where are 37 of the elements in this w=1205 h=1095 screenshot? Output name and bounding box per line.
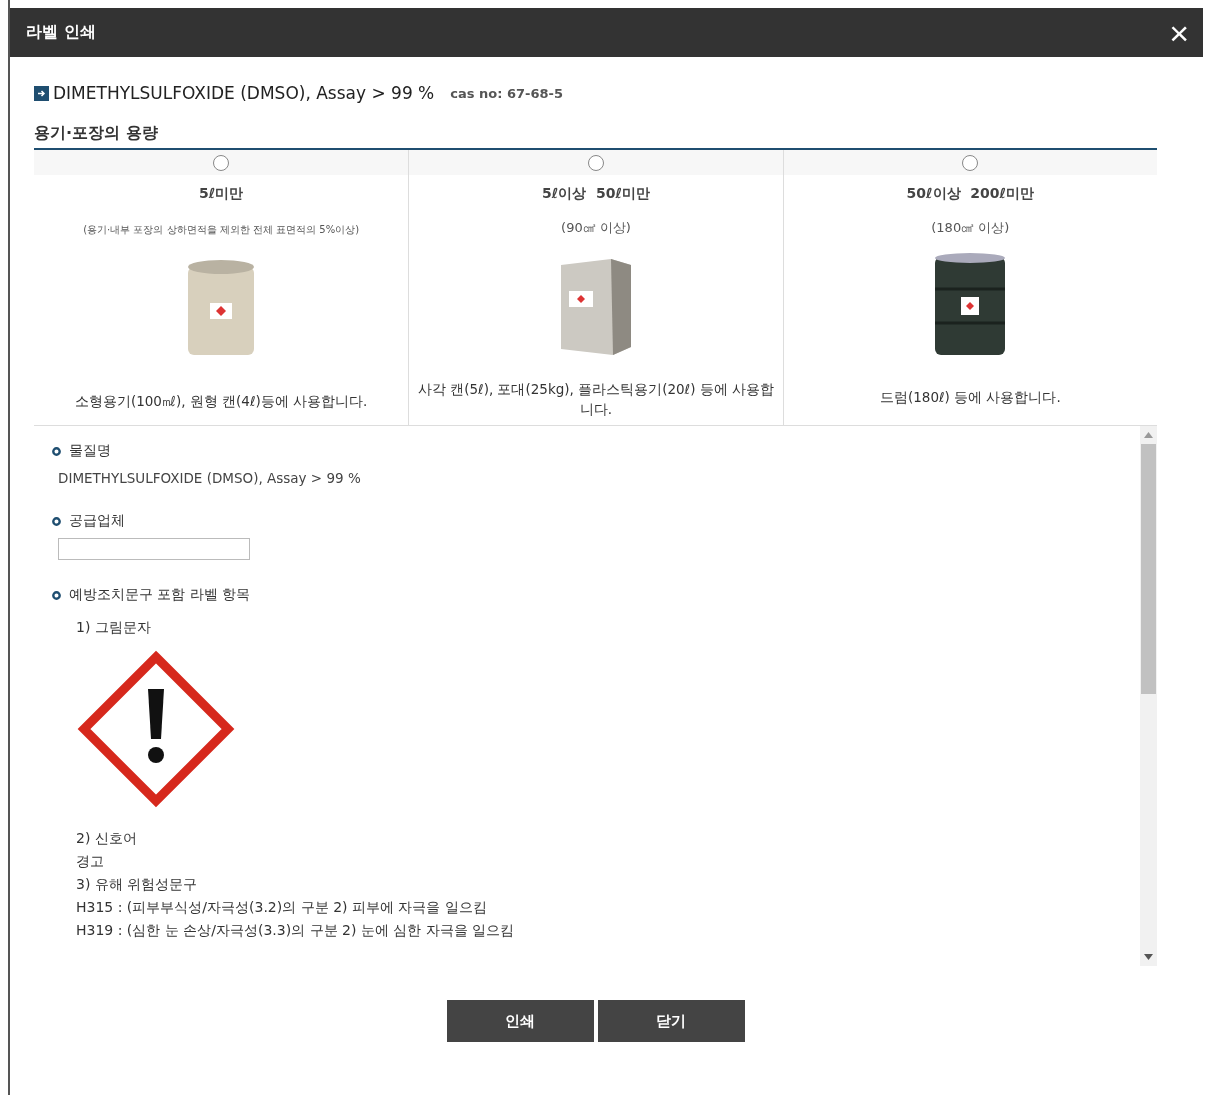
- option-label: 5ℓ이상 50ℓ미만: [541, 185, 651, 203]
- cas-number: cas no: 67-68-5: [450, 85, 563, 101]
- option-note: (180㎠ 이상): [931, 219, 1010, 237]
- usage-text: 사각 캔(5ℓ), 포대(25kg), 플라스틱용기(20ℓ) 등에 사용합니다.: [416, 380, 776, 419]
- option-note: (90㎠ 이상): [561, 219, 631, 237]
- option-label: 5ℓ미만: [199, 185, 244, 203]
- section-title: 공급업체: [69, 512, 125, 530]
- section-title: 예방조치문구 포함 라벨 항목: [69, 586, 251, 604]
- bullet-icon: [52, 446, 61, 456]
- item-text: 경고: [76, 852, 105, 871]
- supplier-input[interactable]: [58, 538, 250, 560]
- radio-button[interactable]: [962, 155, 979, 171]
- usage-text: 드럼(180ℓ) 등에 사용합니다.: [878, 388, 1062, 407]
- scroll-down-icon[interactable]: [1144, 954, 1153, 960]
- option-label: 50ℓ이상 200ℓ미만: [906, 185, 1035, 203]
- exclamation-pictogram-icon: [76, 649, 236, 809]
- radio-button[interactable]: [588, 155, 604, 171]
- item-heading: 1) 그림문자: [76, 618, 152, 637]
- section-title: 물질명: [69, 442, 111, 460]
- scrollbar[interactable]: [1140, 426, 1157, 966]
- item-text: H319 : (심한 눈 손상/자극성(3.3)의 구분 2) 눈에 심한 자극을 일으킴: [76, 921, 516, 940]
- window-title: 라벨 인쇄: [26, 22, 96, 43]
- substance-name: DIMETHYLSULFOXIDE (DMSO), Assay > 99 %: [57, 470, 362, 486]
- bullet-icon: [52, 516, 61, 526]
- item-heading: 2) 신호어: [76, 829, 138, 848]
- bullet-icon: [52, 590, 61, 600]
- option-note: (용기·내부 포장의 상하면적을 제외한 전체 표면적의 5%이상): [83, 223, 360, 237]
- usage-text: 소형용기(100㎖), 원형 캔(4ℓ)등에 사용합니다.: [73, 392, 369, 411]
- close-button[interactable]: ×: [1165, 15, 1193, 50]
- substance-title: DIMETHYLSULFOXIDE (DMSO), Assay > 99 %: [53, 83, 435, 103]
- action-button[interactable]: 닫기: [597, 1000, 745, 1042]
- scroll-thumb[interactable]: [1141, 444, 1156, 694]
- action-button[interactable]: 인쇄: [446, 1000, 594, 1042]
- radio-button[interactable]: [213, 155, 230, 171]
- scroll-up-icon[interactable]: [1144, 432, 1153, 438]
- item-text: H315 : (피부부식성/자극성(3.2)의 구분 2) 피부에 자극을 일으킴: [76, 898, 488, 917]
- item-heading: 3) 유해 위험성문구: [76, 875, 199, 894]
